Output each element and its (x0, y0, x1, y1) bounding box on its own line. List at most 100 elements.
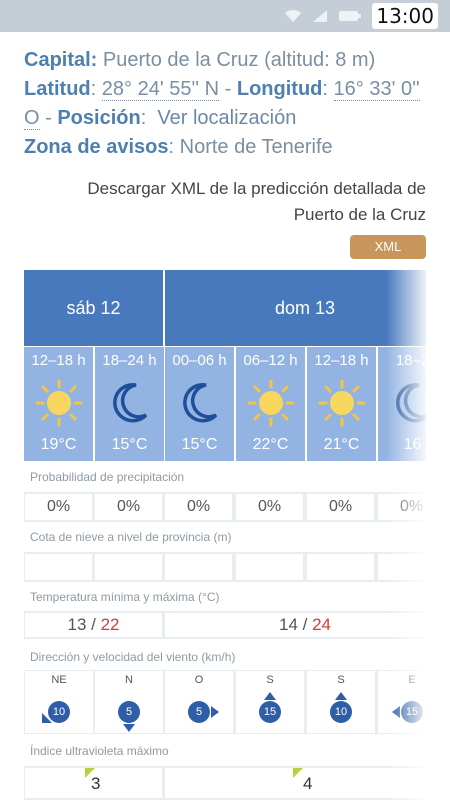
download-xml-text[interactable]: Descargar XML de la predicción detallada… (46, 176, 426, 228)
wind-cell: NE 10 (25, 671, 93, 733)
snow-cell (25, 554, 92, 580)
precip-cell: 0% (25, 494, 92, 520)
wind-arrow-icon (264, 692, 276, 700)
snow-cell (95, 554, 162, 580)
status-bar: 13:00 (0, 0, 450, 32)
wind-speed: 5 (118, 701, 140, 723)
precip-cell: 0% (95, 494, 162, 520)
snow-cell (236, 554, 303, 580)
sun-icon (318, 379, 365, 427)
position-label: Posición (57, 107, 141, 129)
slot-0: 12–18 h 19°C (24, 347, 93, 461)
clock: 13:00 (372, 3, 438, 29)
capital-label: Capital: (24, 49, 98, 71)
wind-direction: S (337, 674, 345, 686)
slot-time: 00–06 h (172, 352, 227, 369)
wind-cell: O 5 (165, 671, 233, 733)
zone-line: Zona de avisos: Norte de Tenerife (24, 136, 333, 158)
uv-cell-sun: 4 (165, 768, 426, 798)
wind-cell: E 15 (378, 671, 426, 733)
precip-row: 0% 0% 0% 0% 0% 0% (24, 492, 426, 522)
slot-2: 00–06 h 15°C (165, 347, 234, 461)
page: Capital: Puerto de la Cruz (altitud: 8 m… (0, 32, 450, 800)
wind-direction: E (408, 674, 416, 686)
max-temp: 22 (100, 615, 120, 634)
uv-value: 3 (91, 774, 101, 793)
xml-button[interactable]: XML (350, 235, 426, 259)
precip-cell: 0% (236, 494, 303, 520)
min-temp: 13 (67, 615, 87, 634)
moon-icon (182, 382, 217, 423)
slot-time: 12–18 h (31, 352, 86, 369)
precip-cell: 0% (378, 494, 426, 520)
wind-direction: O (194, 674, 204, 686)
day-header-sun: dom 13 (165, 270, 426, 346)
wind-speed: 10 (330, 701, 352, 723)
status-icons: 13:00 (284, 3, 438, 29)
wind-section-label: Dirección y velocidad del viento (km/h) (30, 650, 236, 664)
forecast-table: sáb 12 dom 13 12–18 h 19°C 18–24 h 15°C … (24, 270, 426, 800)
wind-direction: NE (51, 674, 67, 686)
zone-label: Zona de avisos (24, 136, 169, 158)
wind-arrow-icon (123, 724, 135, 732)
uv-section-label: Índice ultravioleta máximo (30, 744, 169, 758)
minmax-row: 13 / 22 14 / 24 (24, 611, 426, 639)
minmax-section-label: Temperatura mínima y máxima (°C) (30, 590, 220, 604)
wind-speed: 15 (259, 701, 281, 723)
zone-value: Norte de Tenerife (179, 136, 333, 158)
sun-icon (247, 379, 294, 427)
min-temp: 14 (278, 615, 298, 634)
slot-temp: 19°C (40, 436, 77, 453)
latitude-label: Latitud (24, 78, 91, 100)
slot-5: 18–2 16 (378, 347, 426, 461)
precip-section-label: Probabilidad de precipitación (30, 470, 185, 484)
precip-cell: 0% (307, 494, 374, 520)
wind-speed: 5 (188, 701, 210, 723)
wind-arrow-icon (392, 706, 400, 718)
wind-direction: N (125, 674, 133, 686)
wind-direction: S (266, 674, 274, 686)
view-location-link[interactable]: Ver localización (157, 107, 296, 129)
snow-cell (165, 554, 232, 580)
wind-arrow-icon (335, 692, 347, 700)
slot-time: 18–2 (395, 352, 426, 369)
wifi-icon (285, 9, 302, 22)
location-info: Capital: Puerto de la Cruz (altitud: 8 m… (24, 46, 434, 162)
uv-value: 4 (303, 774, 313, 793)
snow-section-label: Cota de nieve a nivel de provincia (m) (30, 530, 232, 544)
longitude-label: Longitud (236, 78, 323, 100)
wind-cell: S 10 (307, 671, 375, 733)
slot-temp: 15°C (111, 436, 148, 453)
moon-icon (395, 382, 426, 423)
slot-1: 18–24 h 15°C (95, 347, 164, 461)
snow-row (24, 552, 426, 582)
signal-icon (313, 10, 328, 22)
slot-time: 12–18 h (314, 352, 369, 369)
latitude-value[interactable]: 28° 24' 55'' N (101, 78, 220, 101)
slot-4: 12–18 h 21°C (307, 347, 376, 461)
capital-line: Capital: Puerto de la Cruz (altitud: 8 m… (24, 46, 434, 75)
snow-cell (378, 554, 426, 580)
minmax-cell-sat: 13 / 22 (25, 613, 162, 637)
uv-row: 3 4 (24, 766, 426, 800)
day-header-sat: sáb 12 (24, 270, 163, 346)
wind-speed: 10 (48, 701, 70, 723)
snow-cell (307, 554, 374, 580)
wind-cell: S 15 (236, 671, 304, 733)
coords-line: Latitud: 28° 24' 55'' N - Longitud: 16° … (24, 78, 420, 130)
moon-icon (112, 382, 147, 423)
wind-arrow-icon (211, 706, 219, 718)
uv-marker-icon (293, 768, 303, 778)
slot-temp: 15°C (181, 436, 218, 453)
precip-cell: 0% (165, 494, 232, 520)
wind-speed: 15 (401, 701, 423, 723)
minmax-cell-sun: 14 / 24 (165, 613, 426, 637)
wind-cell: N 5 (95, 671, 163, 733)
slot-time: 06–12 h (243, 352, 298, 369)
wind-row: NE 10 N 5 O 5 S 15 S 10 E 15 (24, 670, 426, 734)
slot-temp: 21°C (323, 436, 360, 453)
slot-time: 18–24 h (102, 352, 157, 369)
slot-temp: 16 (403, 436, 422, 453)
slot-temp: 22°C (252, 436, 289, 453)
slot-3: 06–12 h 22°C (236, 347, 305, 461)
